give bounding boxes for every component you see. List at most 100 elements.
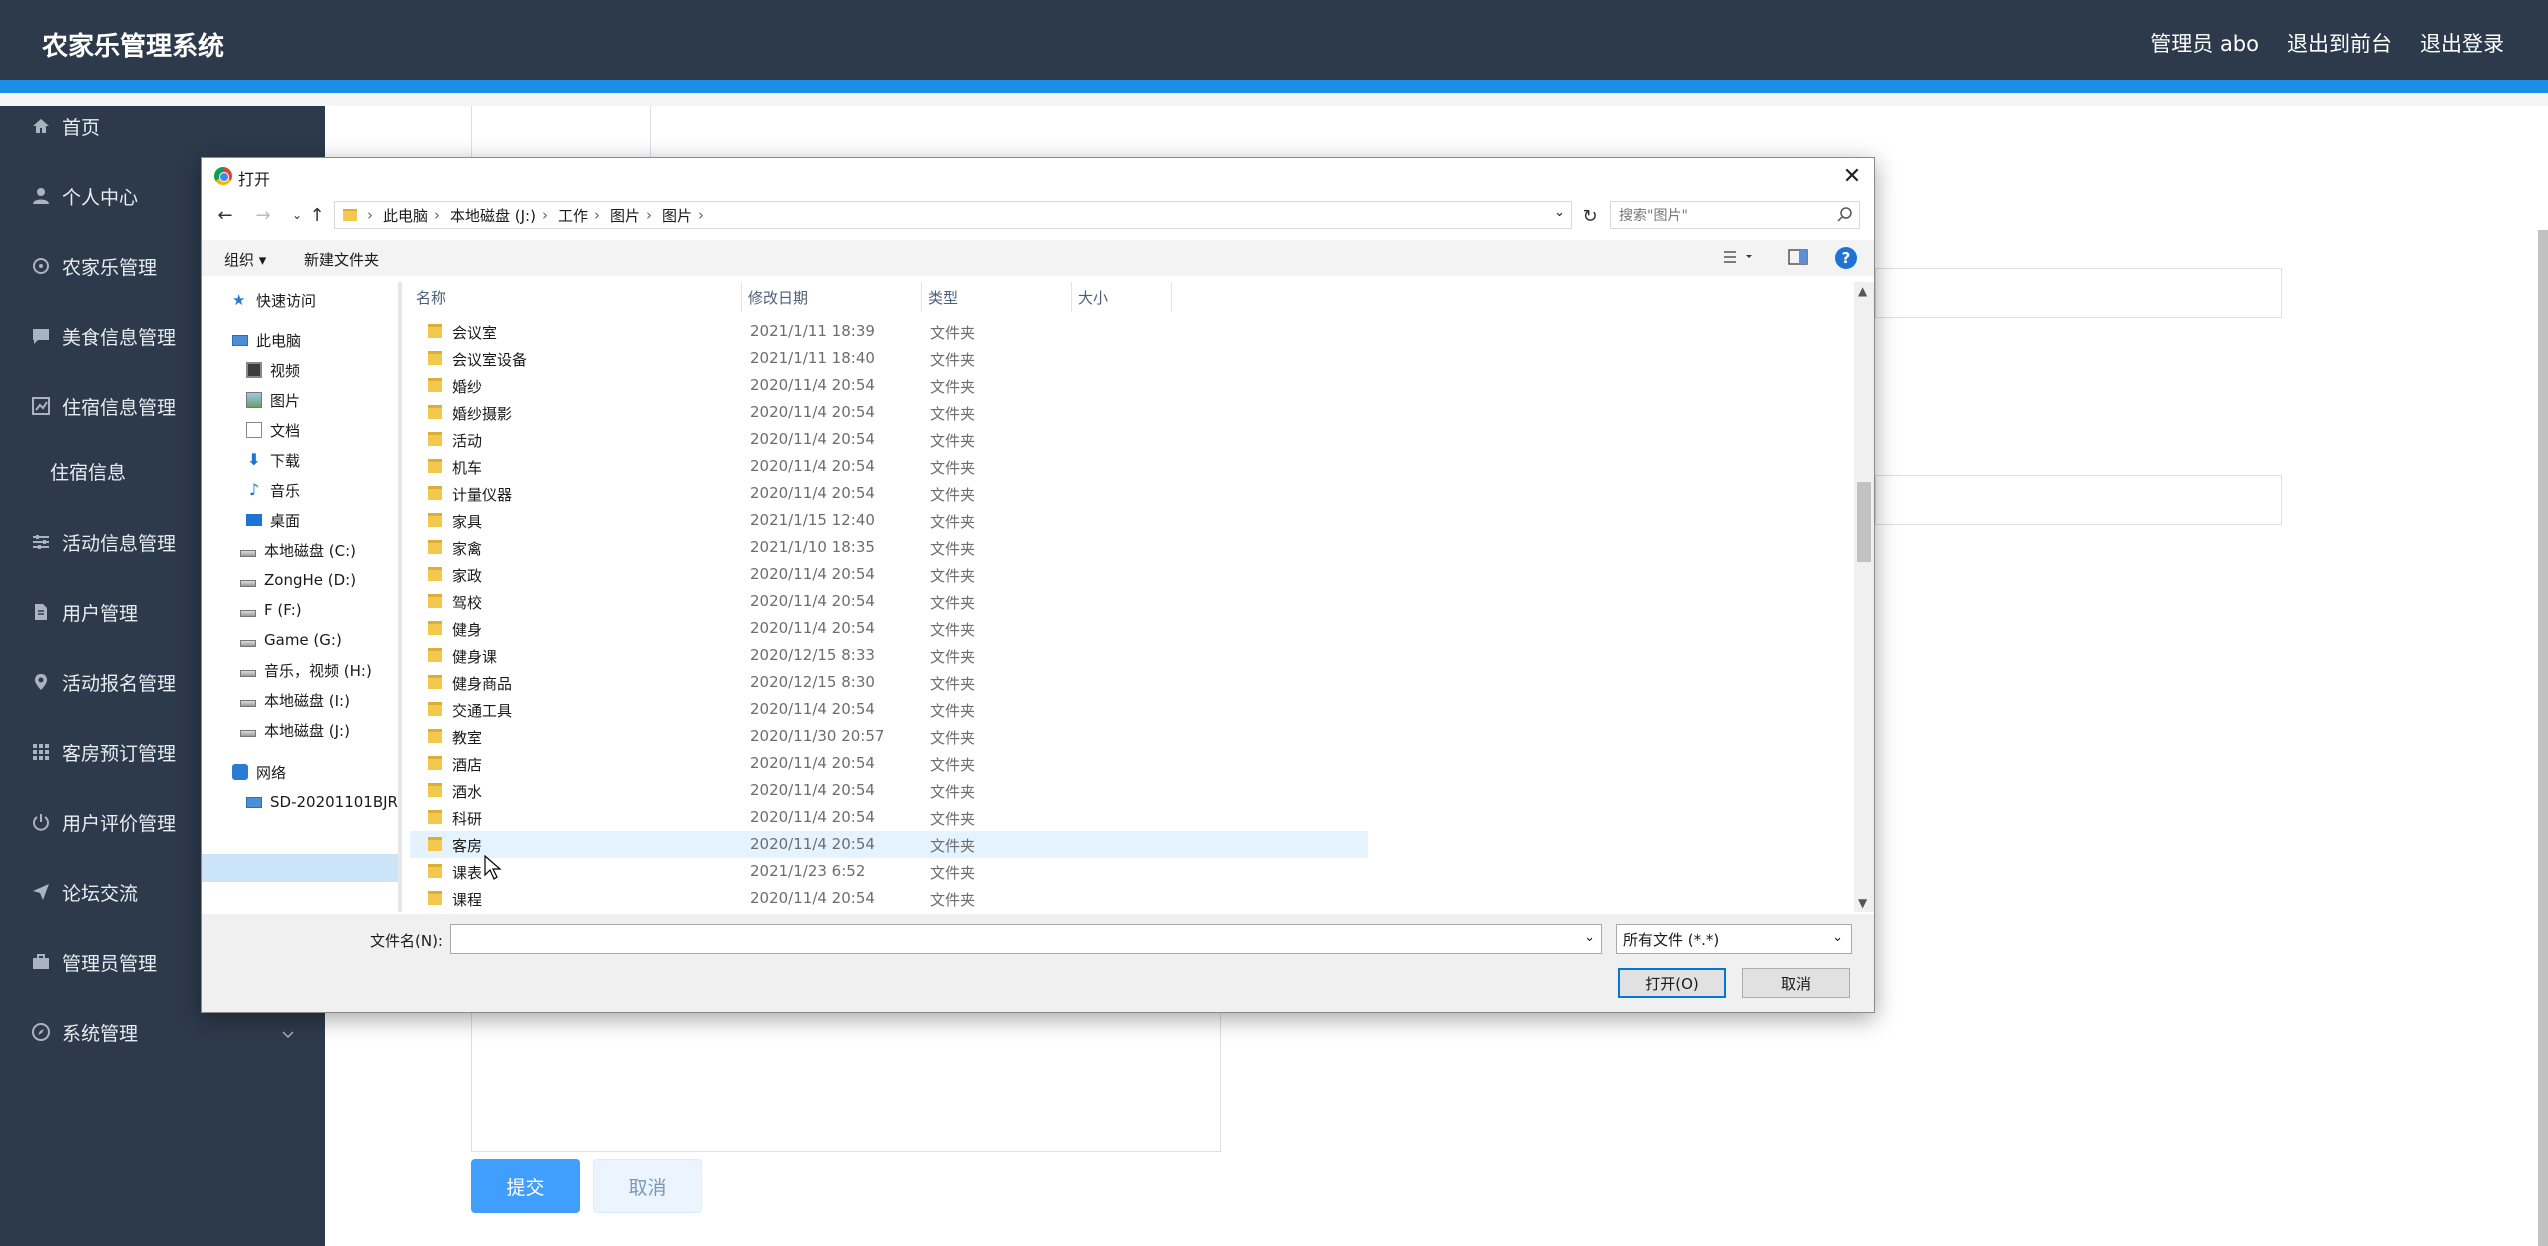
tree-item-pictures[interactable]: 图片 [246,386,300,414]
tree-item-videos[interactable]: 视频 [246,356,300,384]
column-header-modified[interactable]: 修改日期 [742,282,922,312]
form-input-1[interactable] [1875,268,2282,318]
up-arrow-icon[interactable]: ↑ [306,204,328,226]
file-list-scrollbar[interactable]: ▲ ▼ [1854,282,1874,912]
file-row[interactable]: 驾校 2020/11/4 20:54 文件夹 [410,588,1368,615]
tree-item-label: 本地磁盘 (I:) [264,691,350,710]
organize-menu[interactable]: 组织 ▾ [224,249,266,270]
file-row[interactable]: 健身课 2020/12/15 8:33 文件夹 [410,642,1368,669]
chevron-up-icon[interactable]: ▲ [1858,284,1867,298]
preview-pane-icon[interactable] [1788,248,1808,270]
folder-icon [428,891,442,905]
file-row[interactable]: 家具 2021/1/15 12:40 文件夹 [410,507,1368,534]
chevron-down-icon[interactable]: ⌄ [1554,205,1565,220]
image-upload-box[interactable] [471,106,651,162]
file-type: 文件夹 [930,486,976,504]
message-icon [30,325,52,347]
tree-item-network-pc[interactable]: SD-20201101BJRL [246,788,398,816]
address-bar[interactable]: › 此电脑 › 本地磁盘 (J:) › 工作 › 图片 › 图片 › ⌄ [334,201,1572,229]
file-row[interactable]: 家禽 2021/1/10 18:35 文件夹 [410,534,1368,561]
file-name: 家具 [452,513,483,531]
file-row[interactable]: 课程 2020/11/4 20:54 文件夹 [410,885,1368,912]
file-row[interactable]: 计量仪器 2020/11/4 20:54 文件夹 [410,480,1368,507]
tree-item-this-pc[interactable]: 此电脑 [232,326,301,354]
tree-item-drive-c[interactable]: 本地磁盘 (C:) [240,536,356,564]
file-row[interactable]: 健身 2020/11/4 20:54 文件夹 [410,615,1368,642]
breadcrumb-segment[interactable]: 本地磁盘 (J:) [450,205,536,226]
tree-item-drive-d[interactable]: ZongHe (D:) [240,566,356,594]
view-options-icon[interactable] [1722,248,1756,270]
file-row[interactable]: 婚纱 2020/11/4 20:54 文件夹 [410,372,1368,399]
tree-item-music[interactable]: ♪ 音乐 [246,476,300,504]
file-row[interactable]: 会议室 2021/1/11 18:39 文件夹 [410,318,1368,345]
dialog-cancel-button[interactable]: 取消 [1742,968,1850,998]
file-name: 婚纱 [452,378,483,396]
sidebar-item-label: 客房预订管理 [62,742,177,765]
file-row[interactable]: 健身商品 2020/12/15 8:30 文件夹 [410,669,1368,696]
new-folder-button[interactable]: 新建文件夹 [304,249,379,270]
file-row[interactable]: 活动 2020/11/4 20:54 文件夹 [410,426,1368,453]
search-input[interactable]: 搜索"图片" [1610,201,1860,229]
file-row[interactable]: 机车 2020/11/4 20:54 文件夹 [410,453,1368,480]
sidebar-item-home[interactable]: 首页 [0,106,325,146]
tree-item-quick-access[interactable]: ★ 快速访问 [232,286,316,314]
column-header-name[interactable]: 名称 [410,282,742,312]
front-link[interactable]: 退出到前台 [2287,28,2392,58]
chevron-down-icon[interactable]: ⌄ [1584,930,1595,945]
sidebar-item-system[interactable]: 系统管理 [0,1012,325,1052]
circle-icon [30,255,52,277]
file-row[interactable]: 科研 2020/11/4 20:54 文件夹 [410,804,1368,831]
file-row[interactable]: 酒店 2020/11/4 20:54 文件夹 [410,750,1368,777]
forward-arrow-icon[interactable]: → [252,204,274,226]
file-row[interactable]: 课表 2021/1/23 6:52 文件夹 [410,858,1368,885]
filename-input[interactable]: ⌄ [450,924,1602,954]
logout-link[interactable]: 退出登录 [2420,28,2504,58]
breadcrumb-segment[interactable]: 此电脑 [383,205,428,226]
file-type: 文件夹 [930,432,976,450]
file-row[interactable]: 会议室设备 2021/1/11 18:40 文件夹 [410,345,1368,372]
file-modified-date: 2020/11/4 20:54 [750,619,875,637]
refresh-icon[interactable]: ↻ [1576,202,1604,230]
help-icon[interactable]: ? [1835,247,1857,269]
file-row[interactable]: 酒水 2020/11/4 20:54 文件夹 [410,777,1368,804]
tree-item-desktop[interactable]: 桌面 [246,506,300,534]
file-modified-date: 2020/11/4 20:54 [750,457,875,475]
column-header-size[interactable]: 大小 [1072,282,1172,312]
cancel-button[interactable]: 取消 [593,1159,702,1213]
tree-scrollbar[interactable] [398,282,402,912]
file-type: 文件夹 [930,351,976,369]
tree-item-network[interactable]: 网络 [232,758,286,786]
chart-icon [30,395,52,417]
page-scrollbar[interactable] [2538,230,2548,1246]
recent-dropdown-icon[interactable]: ⌄ [286,204,308,226]
chevron-down-icon[interactable]: ▼ [1858,896,1867,910]
tree-item-drive-j[interactable]: 本地磁盘 (J:) [240,716,350,744]
file-row[interactable]: 交通工具 2020/11/4 20:54 文件夹 [410,696,1368,723]
tree-item-documents[interactable]: 文档 [246,416,300,444]
description-textarea[interactable] [471,1006,1221,1152]
filetype-select[interactable]: 所有文件 (*.*) ⌄ [1616,924,1852,954]
scrollbar-thumb[interactable] [1857,482,1871,562]
submit-button[interactable]: 提交 [471,1159,580,1213]
file-row[interactable]: 客房 2020/11/4 20:54 文件夹 [410,831,1368,858]
column-header-type[interactable]: 类型 [922,282,1072,312]
file-row[interactable]: 家政 2020/11/4 20:54 文件夹 [410,561,1368,588]
file-modified-date: 2020/11/4 20:54 [750,376,875,394]
tree-item-drive-i[interactable]: 本地磁盘 (I:) [240,686,350,714]
tree-item-drive-h[interactable]: 音乐，视频 (H:) [240,656,372,684]
tree-item-label: 本地磁盘 (C:) [264,541,356,560]
open-button[interactable]: 打开(O) [1618,968,1726,998]
file-row[interactable]: 教室 2020/11/30 20:57 文件夹 [410,723,1368,750]
breadcrumb-segment[interactable]: 工作 [558,205,588,226]
form-input-2[interactable] [1875,475,2282,525]
sidebar-item-label: 用户管理 [62,602,139,625]
tree-item-downloads[interactable]: ⬇ 下载 [246,446,300,474]
file-name: 机车 [452,459,483,477]
breadcrumb-segment[interactable]: 图片 [662,205,692,226]
tree-item-drive-f[interactable]: F (F:) [240,596,302,624]
tree-item-drive-g[interactable]: Game (G:) [240,626,342,654]
close-icon[interactable]: ✕ [1836,160,1868,192]
breadcrumb-segment[interactable]: 图片 [610,205,640,226]
back-arrow-icon[interactable]: ← [214,204,236,226]
file-row[interactable]: 婚纱摄影 2020/11/4 20:54 文件夹 [410,399,1368,426]
